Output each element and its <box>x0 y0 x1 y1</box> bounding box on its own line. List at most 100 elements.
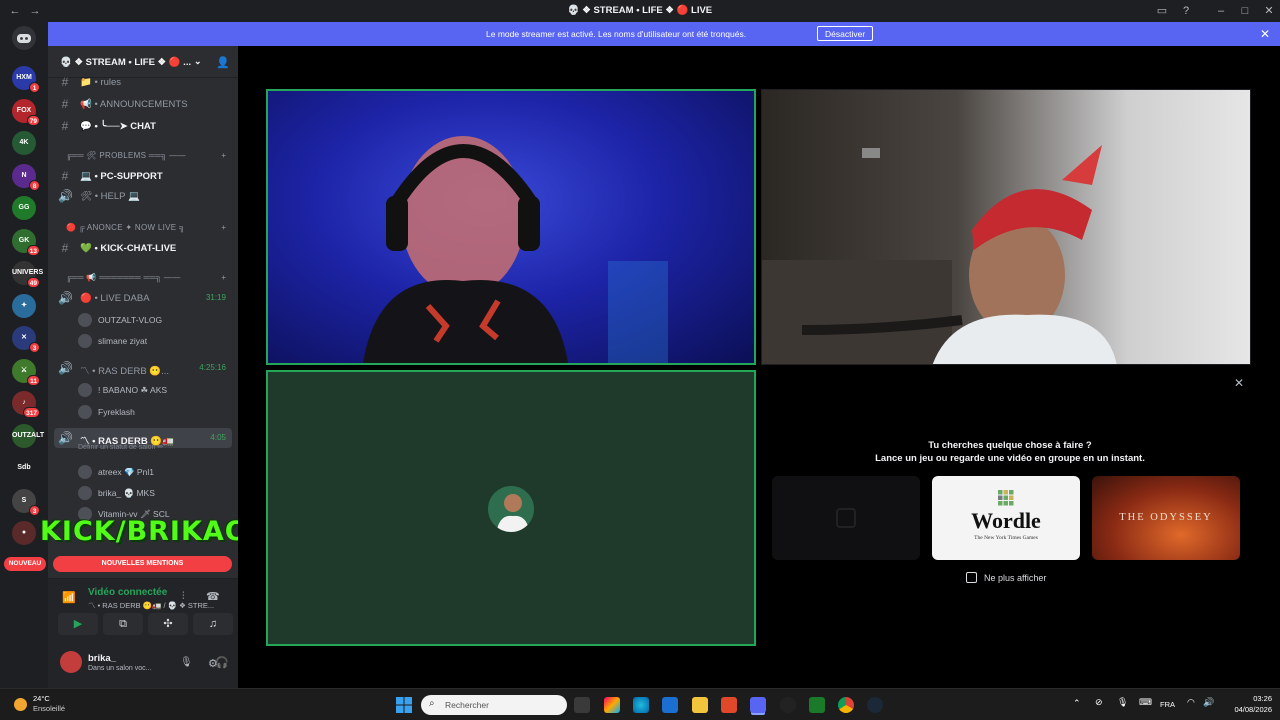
chevron-up-icon[interactable]: ⌃ <box>1073 698 1081 709</box>
activity-card-wordle[interactable]: Wordle The New York Times Games <box>932 476 1080 560</box>
server-icon[interactable]: 4K <box>12 131 36 155</box>
voice-user-item[interactable]: ! BABANO ☘ AKS <box>48 380 238 400</box>
discord-home-icon[interactable] <box>12 26 36 50</box>
camera-button[interactable]: ▶ <box>58 613 98 635</box>
channel-item[interactable]: # 📁 • rules <box>48 72 238 92</box>
server-icon[interactable]: FOX 79 <box>12 98 40 126</box>
soundboard-button[interactable]: ♫ <box>193 613 233 635</box>
voice-user-item[interactable]: slimane ziyat <box>48 331 238 351</box>
copilot-icon[interactable] <box>604 697 620 713</box>
voice-channel-path[interactable]: 〽 • RAS DERB 😶🚛 / 💀 ❖ STRE... <box>88 600 214 611</box>
server-icon[interactable]: GK 13 <box>12 228 40 256</box>
weather-condition[interactable]: Ensoleillé <box>33 704 65 713</box>
channel-item[interactable]: 🔊 🛠 • HELP 💻 <box>48 186 238 206</box>
dont-show-again-checkbox[interactable] <box>966 572 977 583</box>
server-label: S <box>21 496 27 504</box>
voice-user-item[interactable]: brika_ 💀 MKS <box>48 483 238 503</box>
server-icon[interactable]: Sdb <box>12 456 36 480</box>
video-tile-speaker[interactable] <box>266 89 756 365</box>
odyssey-title: THE ODYSSEY <box>1119 512 1213 523</box>
clock-date[interactable]: 04/08/2026 <box>1222 705 1272 714</box>
signal-icon: 📶 <box>62 592 76 604</box>
streamer-mode-banner: Le mode streamer est activé. Les noms d'… <box>48 22 1280 46</box>
server-icon[interactable]: ● <box>12 521 36 545</box>
maximize-icon[interactable]: □ <box>1238 4 1252 18</box>
taskbar-search-input[interactable]: ⌕ Rechercher <box>421 695 567 715</box>
windows-start-icon[interactable] <box>396 697 412 713</box>
kick-app-icon[interactable] <box>809 697 825 713</box>
new-badge[interactable]: NOUVEAU <box>4 557 46 571</box>
voice-user-item[interactable]: Fyreklash <box>48 402 238 422</box>
microphone-tray-icon[interactable]: 🎙 <box>1117 697 1128 708</box>
server-icon[interactable]: ♪ 317 <box>12 391 40 418</box>
close-banner-icon[interactable]: ✕ <box>1260 27 1270 41</box>
avatar[interactable] <box>60 651 82 673</box>
activities-button[interactable]: ✣ <box>148 613 188 635</box>
close-window-icon[interactable]: ✕ <box>1262 4 1276 18</box>
user-status: Dans un salon voc... <box>88 665 152 672</box>
add-channel-icon[interactable]: + <box>221 273 226 282</box>
channel-category[interactable]: ╔══ 🛠 PROBLEMS ══╗ —— + <box>48 146 238 166</box>
brave-icon[interactable] <box>721 697 737 713</box>
channel-item[interactable]: # 💚 • KICK-CHAT-LIVE <box>48 238 238 258</box>
server-icon[interactable]: ⚔ 11 <box>12 358 40 386</box>
voice-user-item[interactable]: atreex 💎 Pnl1 <box>48 462 238 482</box>
network-icon[interactable]: ⊘ <box>1095 697 1103 708</box>
channel-status-hint[interactable]: Définir un statut de salon ✏ <box>48 442 238 456</box>
help-icon[interactable]: ? <box>1179 4 1193 18</box>
chevron-down-icon[interactable]: ⌄ <box>194 56 202 67</box>
server-icon[interactable]: N8 <box>12 163 40 191</box>
activity-card-odyssey[interactable]: THE ODYSSEY <box>1092 476 1240 560</box>
close-panel-icon[interactable]: ✕ <box>1234 376 1244 390</box>
new-mentions-button[interactable]: NOUVELLES MENTIONS <box>53 556 232 572</box>
server-icon[interactable]: HXM 1 <box>12 66 40 93</box>
server-icon[interactable]: UNIVERS 49 <box>12 261 43 288</box>
channel-category[interactable]: ╔══ 📢 ═══════ ══╗ —— + <box>48 268 238 288</box>
channel-category[interactable]: 🔴 ╔ ANONCE ✦ NOW LIVE ╗ + <box>48 218 238 238</box>
server-icon[interactable]: ✦ <box>12 293 36 318</box>
channel-label: brika_ 💀 MKS <box>98 488 155 498</box>
voice-user-item[interactable]: OUTZALT-VLOG <box>48 310 238 330</box>
add-channel-icon[interactable]: + <box>221 151 226 160</box>
text-channel-icon: # <box>61 241 69 255</box>
text-channel-icon: # <box>61 119 69 133</box>
disable-streamer-mode-button[interactable]: Désactiver <box>817 26 874 41</box>
edge-icon[interactable] <box>633 697 649 713</box>
server-icon[interactable]: ✕ 3 <box>12 326 40 353</box>
clock-time[interactable]: 03:26 <box>1222 694 1272 703</box>
channel-item[interactable]: # 📢 • ANNOUNCEMENTS <box>48 94 238 114</box>
noise-suppression-icon[interactable]: ⫶ <box>182 591 185 602</box>
video-tile-avatar[interactable] <box>266 370 756 646</box>
video-tile-webcam[interactable] <box>761 89 1251 365</box>
steam-icon[interactable] <box>867 697 883 713</box>
discord-taskbar-icon[interactable] <box>750 697 766 713</box>
keyboard-icon[interactable]: ⌨ <box>1139 697 1152 708</box>
server-icon[interactable]: GG <box>12 196 36 220</box>
screen-share-button[interactable]: ⧉ <box>103 613 143 635</box>
server-label: ● <box>21 529 27 536</box>
minimize-icon[interactable]: – <box>1214 4 1228 18</box>
channel-item[interactable]: 🔊 〽 • RAS DERB 😶... 4:25:16 <box>48 358 238 378</box>
volume-icon[interactable]: 🔊 <box>1203 697 1214 708</box>
disconnect-icon[interactable]: ☎ <box>206 590 220 603</box>
add-channel-icon[interactable]: + <box>221 223 226 232</box>
weather-temperature[interactable]: 24°C <box>33 694 50 703</box>
chrome-icon[interactable] <box>838 697 854 713</box>
user-settings-icon[interactable]: ⚙ <box>208 657 218 670</box>
server-icon[interactable]: OUTZALT <box>12 423 44 448</box>
input-language[interactable]: FRA <box>1160 700 1175 709</box>
channel-item[interactable]: # 💬 • ╰──➤ CHAT <box>48 116 238 136</box>
wifi-icon[interactable]: ◠ <box>1187 697 1195 708</box>
activity-card-blank[interactable] <box>772 476 920 560</box>
server-icon[interactable]: S3 <box>12 488 40 516</box>
store-icon[interactable] <box>662 697 678 713</box>
obs-icon[interactable] <box>780 697 796 713</box>
microphone-icon[interactable]: 🎙 <box>180 657 193 668</box>
channel-item[interactable]: # 💻 • PC-SUPPORT <box>48 166 238 186</box>
channel-label: 📁 • rules <box>80 77 122 88</box>
inbox-icon[interactable]: ▭ <box>1155 4 1169 18</box>
file-explorer-icon[interactable] <box>692 697 708 713</box>
task-view-icon[interactable] <box>574 697 590 713</box>
invite-people-icon[interactable]: 👤 <box>216 56 230 69</box>
channel-item[interactable]: 🔊 🔴 • LIVE DABA 31:19 <box>48 288 238 308</box>
